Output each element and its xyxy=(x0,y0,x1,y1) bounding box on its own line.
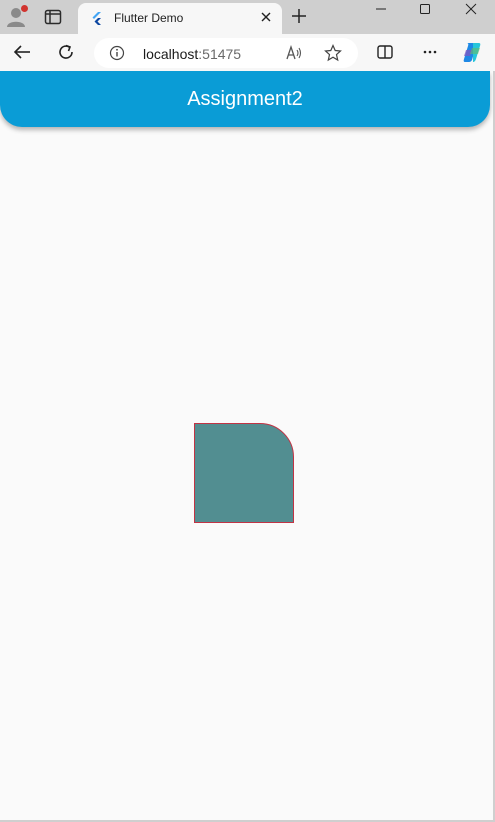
browser-toolbar: localhost:51475 xyxy=(0,34,495,71)
more-icon[interactable] xyxy=(420,42,440,62)
address-bar[interactable]: localhost:51475 xyxy=(94,38,358,68)
info-icon[interactable] xyxy=(109,45,125,61)
app-bar-title: Assignment2 xyxy=(187,87,303,110)
copilot-icon[interactable] xyxy=(460,40,484,64)
maximize-icon[interactable] xyxy=(402,0,448,18)
flutter-icon xyxy=(90,11,104,25)
tab-flutter-demo[interactable]: Flutter Demo xyxy=(78,3,282,34)
star-icon[interactable] xyxy=(324,44,342,62)
url-text: localhost:51475 xyxy=(143,46,241,62)
tab-actions-icon[interactable] xyxy=(44,9,62,25)
flutter-page: Assignment2 xyxy=(0,71,493,820)
plus-icon[interactable] xyxy=(290,7,308,25)
split-screen-icon[interactable] xyxy=(375,42,395,62)
tab-title: Flutter Demo xyxy=(114,11,184,25)
url-port: :51475 xyxy=(198,46,242,62)
window-close-icon[interactable] xyxy=(448,0,494,18)
app-bar: Assignment2 xyxy=(0,71,490,127)
browser-tab-strip: Flutter Demo xyxy=(0,0,495,34)
profile-icon[interactable] xyxy=(4,5,28,29)
rounded-corner-shape xyxy=(194,423,294,523)
read-aloud-icon[interactable] xyxy=(285,44,303,61)
close-icon[interactable] xyxy=(259,10,273,24)
notification-dot xyxy=(21,5,28,12)
url-host: localhost xyxy=(143,46,199,62)
refresh-icon[interactable] xyxy=(56,42,76,62)
back-arrow-icon[interactable] xyxy=(12,42,32,62)
minimize-icon[interactable] xyxy=(358,0,404,18)
